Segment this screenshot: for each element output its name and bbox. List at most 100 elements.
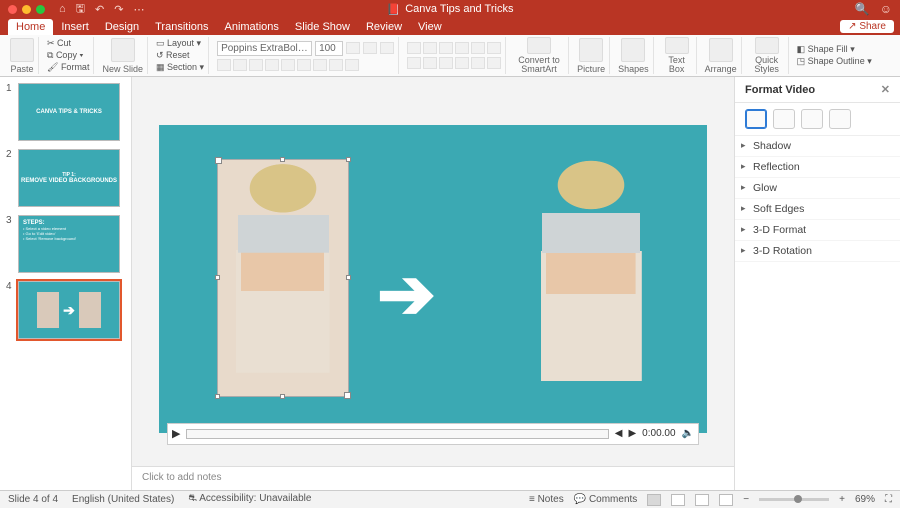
section-button[interactable]: ▦ Section ▾	[156, 62, 204, 73]
align-text-icon[interactable]	[487, 57, 501, 69]
tab-insert[interactable]: Insert	[53, 19, 97, 35]
tab-slideshow[interactable]: Slide Show	[287, 19, 358, 35]
copy-button[interactable]: ⧉ Copy ▾	[47, 50, 89, 61]
shape-outline-button[interactable]: ◳ Shape Outline ▾	[797, 56, 872, 67]
zoom-slider[interactable]	[759, 498, 829, 501]
tab-home[interactable]: Home	[8, 19, 53, 35]
layout-button[interactable]: ▭ Layout ▾	[156, 38, 204, 49]
zoom-in-icon[interactable]: +	[839, 494, 845, 505]
share-button[interactable]: ↗ Share	[840, 20, 894, 33]
highlight-icon[interactable]	[329, 59, 343, 71]
thumbnail-3[interactable]: 3 STEPS: • Select a video element • Go t…	[6, 215, 125, 273]
text-direction-icon[interactable]	[487, 42, 501, 54]
search-icon[interactable]: 🔍	[855, 2, 870, 16]
video-tab-icon[interactable]	[829, 109, 851, 129]
new-slide-icon[interactable]	[111, 38, 135, 62]
bold-icon[interactable]	[217, 59, 231, 71]
slide-canvas[interactable]: ➔ ▶ ◀ ▶ 0:00.00 🔈	[159, 125, 707, 433]
underline-icon[interactable]	[249, 59, 263, 71]
home-icon[interactable]: ⌂	[59, 3, 66, 15]
increase-indent-icon[interactable]	[455, 42, 469, 54]
tab-transitions[interactable]: Transitions	[147, 19, 216, 35]
decrease-indent-icon[interactable]	[439, 42, 453, 54]
font-color-icon[interactable]	[345, 59, 359, 71]
more-icon[interactable]: ⋯	[133, 3, 144, 16]
smartart-icon[interactable]	[527, 37, 551, 54]
notes-pane[interactable]: Click to add notes	[132, 466, 734, 490]
close-icon[interactable]: ✕	[881, 83, 890, 96]
step-fwd-icon[interactable]: ▶	[628, 428, 636, 439]
section-3d-format[interactable]: 3-D Format	[735, 220, 900, 241]
arrow-shape[interactable]: ➔	[377, 253, 436, 335]
numbering-icon[interactable]	[423, 42, 437, 54]
char-spacing-icon[interactable]	[297, 59, 311, 71]
fill-tab-icon[interactable]	[745, 109, 767, 129]
shadow-text-icon[interactable]	[281, 59, 295, 71]
align-right-icon[interactable]	[439, 57, 453, 69]
step-back-icon[interactable]: ◀	[615, 428, 623, 439]
decrease-font-icon[interactable]	[363, 42, 377, 54]
picture-group: Picture	[573, 37, 610, 74]
tab-animations[interactable]: Animations	[217, 19, 287, 35]
section-soft-edges[interactable]: Soft Edges	[735, 199, 900, 220]
align-left-icon[interactable]	[407, 57, 421, 69]
bullets-icon[interactable]	[407, 42, 421, 54]
picture-icon[interactable]	[579, 38, 603, 62]
italic-icon[interactable]	[233, 59, 247, 71]
section-glow[interactable]: Glow	[735, 178, 900, 199]
tab-review[interactable]: Review	[358, 19, 410, 35]
thumbnail-4[interactable]: 4 ➔	[6, 281, 125, 339]
play-icon[interactable]: ▶	[172, 427, 180, 440]
zoom-out-icon[interactable]: −	[743, 494, 749, 505]
redo-icon[interactable]: ↷	[114, 3, 123, 16]
thumbnail-2[interactable]: 2 TIP 1: REMOVE VIDEO BACKGROUNDS	[6, 149, 125, 207]
clear-format-icon[interactable]	[380, 42, 394, 54]
status-access[interactable]: ⛐ Accessibility: Unavailable	[188, 493, 311, 506]
video-element-right[interactable]	[521, 155, 661, 405]
account-icon[interactable]: ☺	[880, 2, 892, 16]
zoom-percent[interactable]: 69%	[855, 494, 875, 505]
thumbnail-1[interactable]: 1 CANVA TIPS & TRICKS	[6, 83, 125, 141]
strike-icon[interactable]	[265, 59, 279, 71]
seek-track[interactable]	[186, 429, 608, 439]
slideshow-view-icon[interactable]	[719, 494, 733, 506]
justify-icon[interactable]	[455, 57, 469, 69]
font-family-select[interactable]: Poppins ExtraBol…	[217, 41, 312, 56]
save-icon[interactable]: 🖫	[76, 0, 85, 19]
fullscreen-window-icon[interactable]	[36, 5, 45, 14]
section-3d-rotation[interactable]: 3-D Rotation	[735, 241, 900, 262]
normal-view-icon[interactable]	[647, 494, 661, 506]
fit-window-icon[interactable]: ⛶	[885, 494, 892, 505]
tab-design[interactable]: Design	[97, 19, 147, 35]
quick-styles-icon[interactable]	[755, 37, 779, 54]
minimize-window-icon[interactable]	[22, 5, 31, 14]
format-painter-button[interactable]: 🖌 Format	[47, 62, 89, 73]
sorter-view-icon[interactable]	[671, 494, 685, 506]
shape-fill-button[interactable]: ◧ Shape Fill ▾	[797, 44, 872, 55]
undo-icon[interactable]: ↶	[95, 3, 104, 16]
close-window-icon[interactable]	[8, 5, 17, 14]
reading-view-icon[interactable]	[695, 494, 709, 506]
increase-font-icon[interactable]	[346, 42, 360, 54]
cut-button[interactable]: ✂ Cut	[47, 38, 89, 49]
video-element-selected[interactable]	[217, 159, 349, 397]
tab-view[interactable]: View	[410, 19, 450, 35]
align-center-icon[interactable]	[423, 57, 437, 69]
volume-icon[interactable]: 🔈	[682, 428, 694, 439]
notes-toggle[interactable]: ≡ Notes	[529, 494, 564, 505]
section-shadow[interactable]: Shadow	[735, 136, 900, 157]
arrange-icon[interactable]	[709, 38, 733, 62]
comments-toggle[interactable]: 💬 Comments	[574, 494, 638, 505]
change-case-icon[interactable]	[313, 59, 327, 71]
shapes-icon[interactable]	[621, 38, 645, 62]
reset-button[interactable]: ↺ Reset	[156, 50, 204, 61]
size-tab-icon[interactable]	[801, 109, 823, 129]
textbox-icon[interactable]	[665, 37, 689, 54]
section-reflection[interactable]: Reflection	[735, 157, 900, 178]
effects-tab-icon[interactable]	[773, 109, 795, 129]
columns-icon[interactable]	[471, 57, 485, 69]
font-size-select[interactable]: 100	[315, 41, 343, 56]
line-spacing-icon[interactable]	[471, 42, 485, 54]
status-lang[interactable]: English (United States)	[72, 494, 174, 505]
paste-icon[interactable]	[10, 38, 34, 62]
